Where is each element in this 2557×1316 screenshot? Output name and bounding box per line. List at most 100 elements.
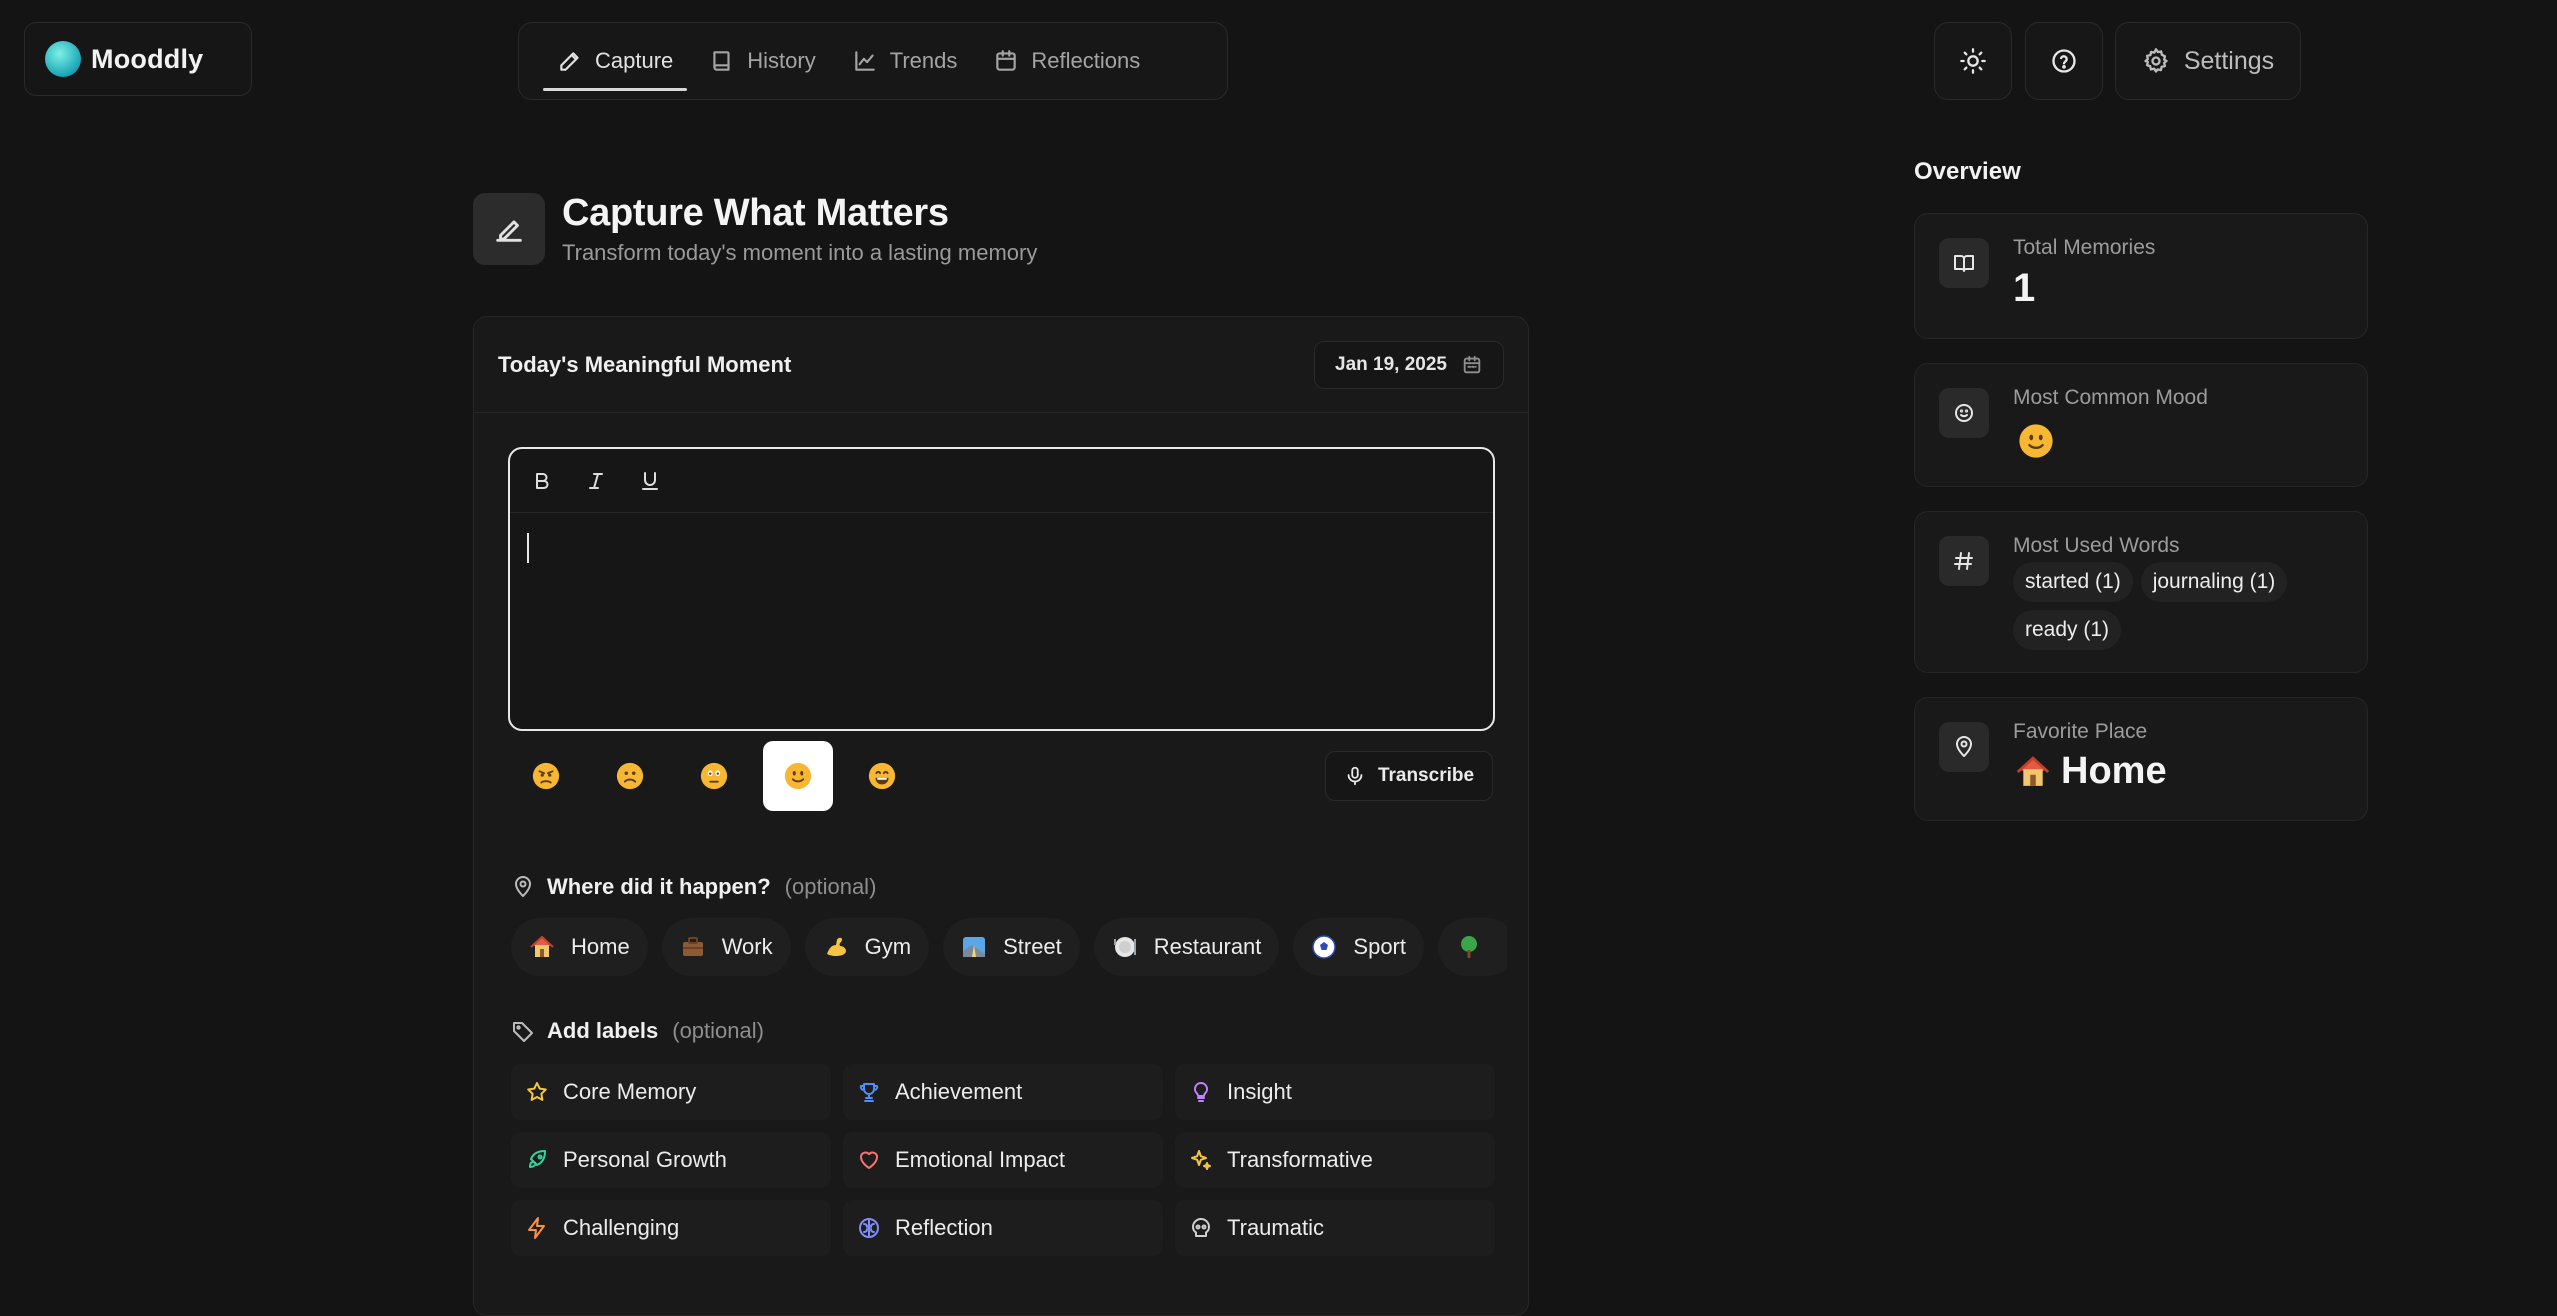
date-picker-button[interactable]: Jan 19, 2025 xyxy=(1314,340,1504,389)
smile-icon xyxy=(1939,388,1989,438)
underline-button[interactable] xyxy=(634,465,666,497)
tab-capture[interactable]: Capture xyxy=(543,27,688,95)
card-title: Today's Meaningful Moment xyxy=(498,351,792,377)
place-label: Restaurant xyxy=(1153,934,1262,959)
stat-value: 1 xyxy=(2013,266,2036,310)
word-chip: journaling (1) xyxy=(2140,562,2288,602)
theme-toggle-button[interactable] xyxy=(1934,22,2012,100)
help-circle-icon xyxy=(2052,49,2076,73)
label-text: Traumatic xyxy=(1227,1215,1324,1240)
book-open-icon xyxy=(1939,238,1989,288)
word-chip: ready (1) xyxy=(2013,610,2122,650)
tab-history[interactable]: History xyxy=(695,27,829,95)
stat-label: Most Used Words xyxy=(2013,534,2180,557)
settings-label: Settings xyxy=(2183,46,2275,75)
mood-happy-button[interactable] xyxy=(847,741,917,811)
place-chip-street[interactable]: Street xyxy=(943,918,1080,976)
label-chip-reflection[interactable]: Reflection xyxy=(843,1200,1163,1256)
pencil-icon xyxy=(560,52,579,71)
bold-button[interactable] xyxy=(526,465,558,497)
slight-smile-face-icon xyxy=(2019,424,2053,458)
app-logo[interactable]: Mooddly xyxy=(24,22,252,96)
tree-icon xyxy=(1461,936,1477,958)
calendar-icon xyxy=(1463,355,1481,373)
label-chips: Core Memory Achievement Insight Personal… xyxy=(511,1064,1495,1256)
plate-icon xyxy=(1113,937,1136,957)
place-label: Sport xyxy=(1353,934,1406,959)
stat-used-words: Most Used Words started (1) journaling (1… xyxy=(1914,511,2368,673)
star-icon xyxy=(527,1082,547,1101)
stat-common-mood: Most Common Mood xyxy=(1914,363,2368,487)
label-chip-challenging[interactable]: Challenging xyxy=(511,1200,831,1256)
word-chip: started (1) xyxy=(2013,562,2133,602)
place-chip-sport[interactable]: Sport xyxy=(1293,918,1424,976)
stat-favorite-place: Favorite Place Home xyxy=(1914,697,2368,821)
map-pin-icon xyxy=(515,876,531,897)
place-chip-home[interactable]: Home xyxy=(511,918,648,976)
place-chip-gym[interactable]: Gym xyxy=(804,918,930,976)
label-text: Reflection xyxy=(895,1215,993,1240)
label-chip-traumatic[interactable]: Traumatic xyxy=(1175,1200,1495,1256)
flexed-biceps-icon xyxy=(826,937,846,956)
mood-worried-button[interactable] xyxy=(679,741,749,811)
app-name: Mooddly xyxy=(91,43,204,74)
bold-icon xyxy=(536,472,549,489)
card-header: Today's Meaningful Moment Jan 19, 2025 xyxy=(474,317,1528,413)
label-chip-core-memory[interactable]: Core Memory xyxy=(511,1064,831,1120)
mood-angry-button[interactable] xyxy=(511,741,581,811)
mood-neutral-smile-button[interactable] xyxy=(763,741,833,811)
trophy-icon xyxy=(859,1083,879,1102)
city-street-icon xyxy=(963,937,986,957)
location-optional: (optional) xyxy=(784,874,877,899)
sad-face-icon xyxy=(616,762,644,790)
place-chip-restaurant[interactable]: Restaurant xyxy=(1093,918,1280,976)
label-chip-personal-growth[interactable]: Personal Growth xyxy=(511,1132,831,1188)
chart-line-icon xyxy=(854,51,875,71)
sun-icon xyxy=(1960,48,1986,74)
house-icon xyxy=(2016,755,2050,786)
overview-title: Overview xyxy=(1914,158,2021,185)
tab-label: Trends xyxy=(889,48,958,73)
place-label: Home xyxy=(571,934,630,959)
place-chip-work[interactable]: Work xyxy=(661,918,791,976)
italic-button[interactable] xyxy=(580,465,612,497)
gear-icon xyxy=(2144,48,2168,73)
logo-icon xyxy=(45,41,81,77)
labels-optional: (optional) xyxy=(672,1018,764,1043)
map-pin-icon xyxy=(1939,722,1989,772)
page-title: Capture What Matters xyxy=(562,192,949,234)
place-chips: Home Work Gym Street Restaurant Sport xyxy=(511,918,1507,978)
worried-face-icon xyxy=(700,762,728,790)
transcribe-button[interactable]: Transcribe xyxy=(1325,751,1493,801)
label-text: Achievement xyxy=(895,1079,1023,1104)
soccer-ball-icon xyxy=(1312,935,1337,959)
tab-label: History xyxy=(747,48,816,73)
location-label: Where did it happen? xyxy=(547,874,771,899)
heart-icon xyxy=(860,1151,878,1169)
settings-button[interactable]: Settings xyxy=(2115,22,2301,100)
rocket-icon xyxy=(529,1150,546,1168)
tab-trends[interactable]: Trends xyxy=(838,27,972,95)
label-chip-achievement[interactable]: Achievement xyxy=(843,1064,1163,1120)
label-chip-transformative[interactable]: Transformative xyxy=(1175,1132,1495,1188)
help-button[interactable] xyxy=(2025,22,2103,100)
labels-label: Add labels xyxy=(547,1018,659,1043)
label-text: Transformative xyxy=(1227,1147,1373,1172)
label-chip-emotional-impact[interactable]: Emotional Impact xyxy=(843,1132,1163,1188)
brain-icon xyxy=(859,1218,879,1238)
tab-reflections[interactable]: Reflections xyxy=(979,27,1154,95)
house-icon xyxy=(530,935,554,957)
header-pencil-icon xyxy=(473,193,545,265)
mood-sad-button[interactable] xyxy=(595,741,665,811)
text-caret xyxy=(527,533,529,563)
label-chip-insight[interactable]: Insight xyxy=(1175,1064,1495,1120)
memory-editor[interactable] xyxy=(508,447,1495,731)
place-chip-park[interactable] xyxy=(1438,918,1507,976)
microphone-icon xyxy=(1347,766,1363,786)
briefcase-icon xyxy=(682,937,703,956)
label-text: Emotional Impact xyxy=(895,1147,1065,1172)
labels-heading: Add labels (optional) xyxy=(511,1018,764,1044)
stat-label: Favorite Place xyxy=(2013,720,2148,743)
calendar-icon xyxy=(996,50,1017,71)
editor-text-area[interactable] xyxy=(510,513,1493,729)
